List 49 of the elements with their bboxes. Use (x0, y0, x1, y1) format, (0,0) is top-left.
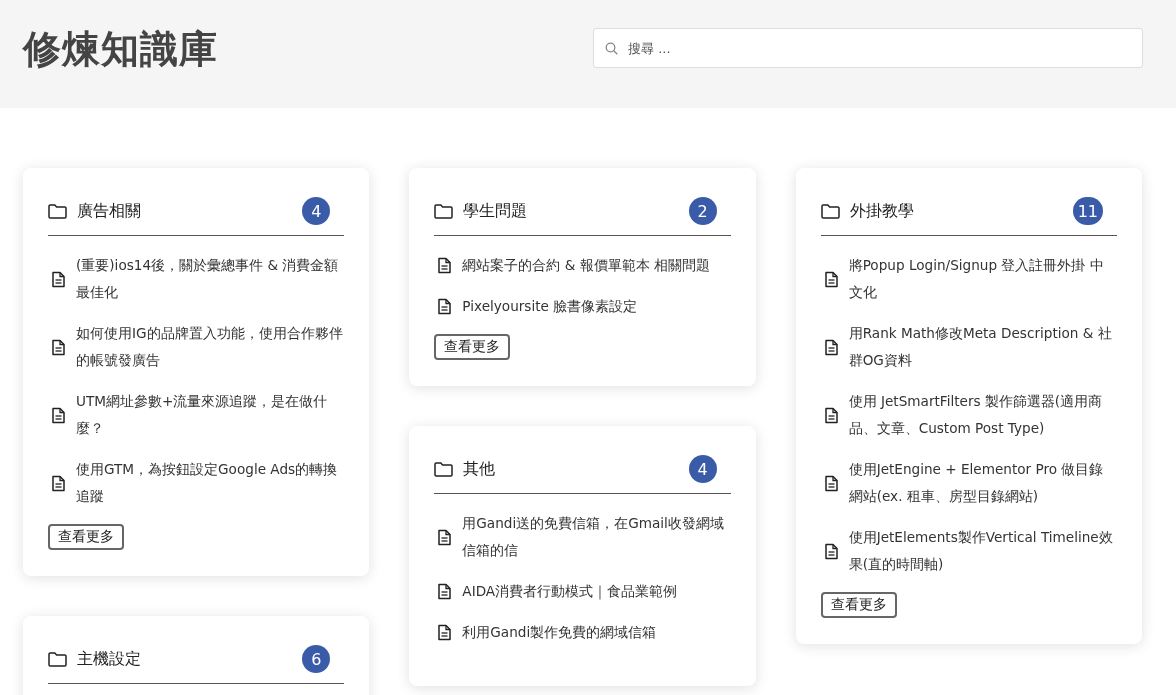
document-icon (52, 406, 65, 424)
category-title[interactable]: 外掛教學 (849, 200, 1063, 222)
document-icon (824, 474, 838, 492)
article-link[interactable]: AIDA消費者行動模式｜食品業範例 (462, 578, 678, 605)
count-badge: 11 (1072, 197, 1103, 225)
article-link[interactable]: Pixelyoursite 臉書像素設定 (462, 293, 638, 320)
document-icon (52, 270, 65, 288)
view-more-button[interactable]: 查看更多 (820, 592, 897, 618)
article-link[interactable]: UTM網址參數+流量來源追蹤，是在做什麼？ (76, 388, 345, 442)
document-icon (438, 583, 452, 600)
article-link[interactable]: 用Gandi送的免費信箱，在Gmail收發網域信箱的信 (462, 510, 731, 564)
document-icon (52, 474, 65, 492)
category-title[interactable]: 主機設定 (77, 648, 293, 670)
folder-icon (434, 203, 454, 219)
document-icon (438, 298, 452, 315)
article-link[interactable]: (重要)ios14後，關於彙總事件 & 消費金額最佳化 (76, 252, 345, 306)
document-icon (824, 338, 838, 356)
article-link[interactable]: 使用GTM，為按鈕設定Google Ads的轉換追蹤 (76, 456, 345, 510)
search-field[interactable]: 搜尋 ... (593, 28, 1143, 68)
category-title[interactable]: 其他 (463, 458, 679, 480)
site-title: 修煉知識庫 (23, 26, 218, 73)
count-badge: 4 (688, 455, 717, 483)
article-link[interactable]: 網站案子的合約 & 報價單範本 相關問題 (462, 252, 710, 279)
category-title[interactable]: 學生問題 (463, 200, 679, 222)
document-icon (438, 624, 452, 641)
folder-icon (48, 651, 67, 667)
category-title[interactable]: 廣告相關 (77, 200, 293, 222)
document-icon (824, 542, 838, 560)
article-link[interactable]: 用Rank Math修改Meta Description & 社群OG資料 (848, 320, 1117, 374)
folder-icon (48, 203, 67, 219)
count-badge: 4 (302, 197, 331, 225)
document-icon (824, 270, 838, 288)
document-icon (52, 338, 65, 356)
search-icon (605, 42, 618, 55)
document-icon (438, 528, 452, 546)
view-more-button[interactable]: 查看更多 (434, 334, 511, 360)
document-icon (438, 257, 452, 274)
article-link[interactable]: 將Popup Login/Signup 登入註冊外掛 中文化 (848, 252, 1117, 306)
article-link[interactable]: 使用JetEngine + Elementor Pro 做目錄網站(ex. 租車、房型目錄網站) (848, 456, 1117, 510)
article-link[interactable]: 利用Gandi製作免費的網域信箱 (462, 619, 657, 646)
article-link[interactable]: 使用JetElements製作Vertical Timeline效果(直的時間軸) (848, 524, 1117, 578)
folder-icon (820, 203, 840, 219)
article-link[interactable]: 如何使用IG的品牌置入功能，使用合作夥伴的帳號發廣告 (76, 320, 345, 374)
view-more-button[interactable]: 查看更多 (48, 524, 124, 550)
count-badge: 6 (302, 645, 331, 673)
count-badge: 2 (688, 197, 717, 225)
document-icon (824, 406, 838, 424)
folder-icon (434, 461, 454, 477)
article-link[interactable]: 使用 JetSmartFilters 製作篩選器(適用商品、文章、Custom Post Type) (848, 388, 1117, 442)
